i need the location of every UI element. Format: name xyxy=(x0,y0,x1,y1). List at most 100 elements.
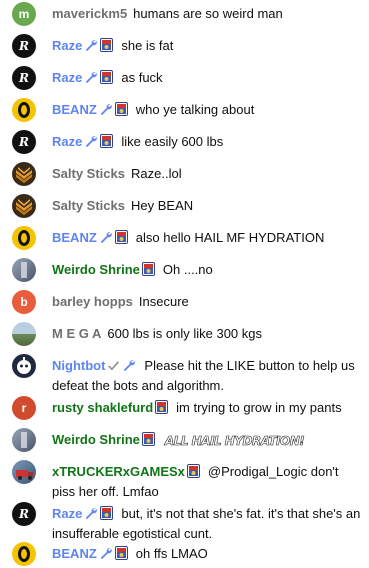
chat-message: Nightbot Please hit the LIKE button to he… xyxy=(0,354,369,395)
message-line: barley hopps Insecure xyxy=(52,293,361,311)
chat-message: b barley hopps Insecure xyxy=(0,290,369,316)
author-name[interactable]: Salty Sticks xyxy=(52,198,125,213)
author-name[interactable]: BEANZ xyxy=(52,102,97,117)
avatar[interactable] xyxy=(12,460,36,484)
message-line: BEANZ who ye talking about xyxy=(52,101,361,121)
message-text: oh ffs LMAO xyxy=(135,546,208,561)
chat-message: R Raze as fuck xyxy=(0,66,369,92)
message-text: Insecure xyxy=(138,294,189,309)
author-name[interactable]: M E G A xyxy=(52,326,101,341)
author-name[interactable]: Raze xyxy=(52,38,82,53)
author-name[interactable]: Raze xyxy=(52,506,82,521)
chat-message: m maverickm5 humans are so weird man xyxy=(0,2,369,28)
message-line: Raze but, it's not that she's fat. it's t… xyxy=(52,505,361,543)
member-badge-icon xyxy=(141,262,155,281)
avatar[interactable]: r xyxy=(12,396,36,420)
chat-message: BEANZ also hello HAIL MF HYDRATION xyxy=(0,226,369,252)
message-line: xTRUCKERxGAMESx @Prodigal_Logic don't pis… xyxy=(52,463,361,501)
author-name[interactable]: Salty Sticks xyxy=(52,166,125,181)
author-name[interactable]: Raze xyxy=(52,70,82,85)
message-text: Oh ....no xyxy=(162,262,213,277)
wrench-icon xyxy=(99,546,113,565)
member-badge-icon xyxy=(100,38,114,57)
wrench-icon xyxy=(122,358,136,377)
chat-message: R Raze but, it's not that she's fat. it's … xyxy=(0,502,369,543)
author-name[interactable]: Weirdo Shrine xyxy=(52,262,140,277)
member-badge-icon xyxy=(100,70,114,89)
author-name[interactable]: Raze xyxy=(52,134,82,149)
message-line: BEANZ oh ffs LMAO xyxy=(52,545,361,565)
member-badge-icon xyxy=(114,546,128,565)
avatar[interactable]: m xyxy=(12,2,36,26)
member-badge-icon xyxy=(141,432,155,451)
avatar[interactable] xyxy=(12,98,36,122)
chat-message: Weirdo Shrine ALL HAIL HYDRATION! xyxy=(0,428,369,454)
member-badge-icon xyxy=(100,134,114,153)
message-line: rusty shaklefurd im trying to grow in my … xyxy=(52,399,361,419)
emote-sticker: ALL HAIL HYDRATION! xyxy=(164,433,305,448)
message-line: Salty Sticks Raze..lol xyxy=(52,165,361,183)
author-name[interactable]: barley hopps xyxy=(52,294,133,309)
avatar[interactable] xyxy=(12,542,36,566)
member-badge-icon xyxy=(100,506,114,525)
message-line: M E G A 600 lbs is only like 300 kgs xyxy=(52,325,361,343)
message-text: im trying to grow in my pants xyxy=(176,400,342,415)
avatar[interactable]: b xyxy=(12,290,36,314)
chat-message: BEANZ oh ffs LMAO xyxy=(0,542,369,568)
author-name[interactable]: xTRUCKERxGAMESx xyxy=(52,464,185,479)
member-badge-icon xyxy=(114,230,128,249)
chat-message: Weirdo Shrine Oh ....no xyxy=(0,258,369,284)
avatar[interactable] xyxy=(12,162,36,186)
chat-message: r rusty shaklefurd im trying to grow in my… xyxy=(0,396,369,422)
avatar[interactable]: R xyxy=(12,66,36,90)
member-badge-icon xyxy=(114,102,128,121)
message-line: maverickm5 humans are so weird man xyxy=(52,5,361,23)
chat-message: M E G A 600 lbs is only like 300 kgs xyxy=(0,322,369,348)
message-line: Raze as fuck xyxy=(52,69,361,89)
chat-message: BEANZ who ye talking about xyxy=(0,98,369,124)
chat-message: Salty Sticks Raze..lol xyxy=(0,162,369,188)
avatar[interactable] xyxy=(12,322,36,346)
author-name[interactable]: rusty shaklefurd xyxy=(52,400,153,415)
avatar[interactable]: R xyxy=(12,34,36,58)
message-text: 600 lbs is only like 300 kgs xyxy=(107,326,263,341)
avatar[interactable] xyxy=(12,354,36,378)
message-text: as fuck xyxy=(121,70,163,85)
member-badge-icon xyxy=(155,400,169,419)
chat-message: xTRUCKERxGAMESx @Prodigal_Logic don't pis… xyxy=(0,460,369,501)
author-name[interactable]: maverickm5 xyxy=(52,6,127,21)
message-line: Raze she is fat xyxy=(52,37,361,57)
message-line: Raze like easily 600 lbs xyxy=(52,133,361,153)
author-name[interactable]: Weirdo Shrine xyxy=(52,432,140,447)
avatar[interactable] xyxy=(12,428,36,452)
wrench-icon xyxy=(84,134,98,153)
wrench-icon xyxy=(84,70,98,89)
avatar[interactable]: R xyxy=(12,502,36,526)
avatar[interactable]: R xyxy=(12,130,36,154)
verified-check-icon xyxy=(107,359,120,377)
message-text: Raze..lol xyxy=(131,166,182,181)
chat-message: R Raze she is fat xyxy=(0,34,369,60)
wrench-icon xyxy=(84,38,98,57)
message-text: Hey BEAN xyxy=(131,198,194,213)
live-chat-list: m maverickm5 humans are so weird man R Raze s… xyxy=(0,0,369,568)
author-name[interactable]: BEANZ xyxy=(52,546,97,561)
avatar[interactable] xyxy=(12,226,36,250)
message-line: Weirdo Shrine Oh ....no xyxy=(52,261,361,281)
avatar[interactable] xyxy=(12,258,36,282)
message-text: humans are so weird man xyxy=(133,6,283,21)
message-line: Weirdo Shrine ALL HAIL HYDRATION! xyxy=(52,431,361,451)
wrench-icon xyxy=(84,506,98,525)
message-text: like easily 600 lbs xyxy=(121,134,224,149)
wrench-icon xyxy=(99,230,113,249)
message-text: she is fat xyxy=(121,38,174,53)
wrench-icon xyxy=(99,102,113,121)
avatar[interactable] xyxy=(12,194,36,218)
message-text: who ye talking about xyxy=(135,102,255,117)
message-text: also hello HAIL MF HYDRATION xyxy=(135,230,325,245)
chat-message: R Raze like easily 600 lbs xyxy=(0,130,369,156)
message-line: BEANZ also hello HAIL MF HYDRATION xyxy=(52,229,361,249)
author-name[interactable]: Nightbot xyxy=(52,358,105,373)
message-line: Nightbot Please hit the LIKE button to he… xyxy=(52,357,361,395)
author-name[interactable]: BEANZ xyxy=(52,230,97,245)
